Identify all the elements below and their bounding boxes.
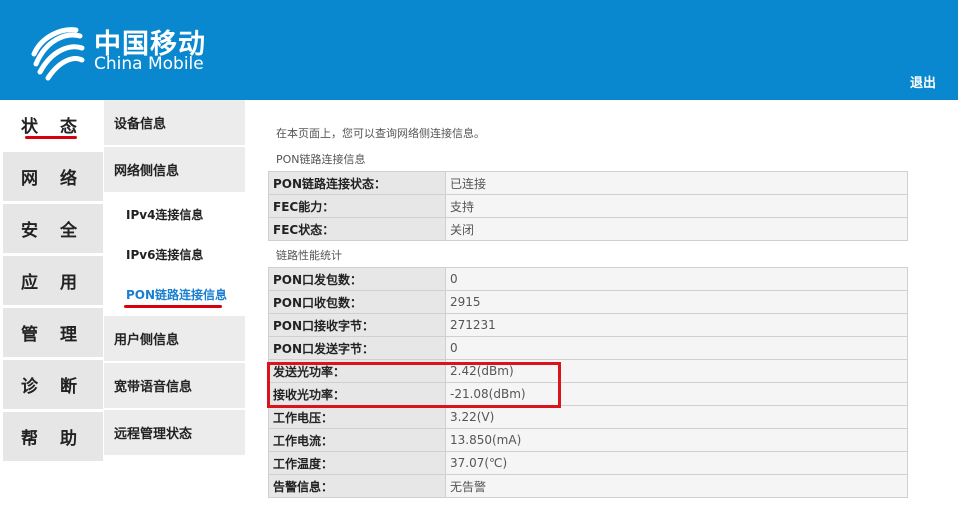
row-value: 无告警 [445,474,908,498]
table-row: FEC能力： 支持 [268,194,908,218]
row-key: 告警信息： [268,474,446,498]
table-row: PON口发包数： 0 [268,267,908,291]
active-indicator [25,136,77,139]
row-value: -21.08(dBm) [445,382,908,406]
mainnav-item-network[interactable]: 网 络 [3,152,103,201]
mainnav-item-diagnosis[interactable]: 诊 断 [3,360,103,409]
section-title-pon: PON链路连接信息 [276,153,366,166]
row-key: PON口收包数： [268,290,446,314]
row-key: PON链路连接状态： [268,171,446,195]
row-value: 关闭 [445,217,908,241]
mainnav-item-application[interactable]: 应 用 [3,256,103,305]
mainnav-item-label: 诊 断 [21,377,85,397]
pon-status-table: PON链路连接状态： 已连接 FEC能力： 支持 FEC状态： 关闭 [268,171,908,241]
subnav-child-ipv6[interactable]: IPv6连接信息 [104,234,245,274]
row-value: 0 [445,267,908,291]
mainnav-item-management[interactable]: 管 理 [3,308,103,357]
active-indicator [124,305,222,308]
table-row: PON口发送字节： 0 [268,336,908,360]
mainnav-item-label: 状 态 [21,117,85,137]
table-row: 发送光功率： 2.42(dBm) [268,359,908,383]
table-row: 接收光功率： -21.08(dBm) [268,382,908,406]
row-value: 13.850(mA) [445,428,908,452]
subnav-item-network-info[interactable]: 网络侧信息 [104,147,245,192]
row-value: 2.42(dBm) [445,359,908,383]
table-row: PON口收包数： 2915 [268,290,908,314]
row-value: 2915 [445,290,908,314]
row-key: PON口接收字节： [268,313,446,337]
row-key: 工作温度： [268,451,446,475]
row-key: 接收光功率： [268,382,446,406]
section-title-stats: 链路性能统计 [276,249,342,262]
subnav-item-user-info[interactable]: 用户侧信息 [104,316,245,361]
subnav-children: IPv4连接信息 IPv6连接信息 PON链路连接信息 [104,194,245,314]
row-value: 支持 [445,194,908,218]
row-key: PON口发包数： [268,267,446,291]
table-row: 工作电流： 13.850(mA) [268,428,908,452]
sub-nav: 设备信息 网络侧信息 IPv4连接信息 IPv6连接信息 PON链路连接信息 用… [104,100,245,457]
row-key: 工作电流： [268,428,446,452]
table-row: 告警信息： 无告警 [268,474,908,498]
row-value: 271231 [445,313,908,337]
logout-link[interactable]: 退出 [910,72,936,91]
mainnav-item-help[interactable]: 帮 助 [3,412,103,461]
row-key: 工作电压： [268,405,446,429]
table-row: 工作温度： 37.07(℃) [268,451,908,475]
subnav-item-device-info[interactable]: 设备信息 [104,100,245,145]
mainnav-item-status[interactable]: 状 态 [3,100,103,149]
row-value: 0 [445,336,908,360]
link-stats-table: PON口发包数： 0 PON口收包数： 2915 PON口接收字节： 271231 P… [268,267,908,498]
row-key: FEC能力： [268,194,446,218]
subnav-item-broadband-voice[interactable]: 宽带语音信息 [104,363,245,408]
subnav-child-pon[interactable]: PON链路连接信息 [104,274,245,314]
table-row: PON口接收字节： 271231 [268,313,908,337]
china-mobile-logo-icon [31,27,85,81]
subnav-item-remote-mgmt[interactable]: 远程管理状态 [104,410,245,455]
row-value: 3.22(V) [445,405,908,429]
row-value: 37.07(℃) [445,451,908,475]
subnav-child-label: PON链路连接信息 [126,287,228,302]
subnav-child-ipv4[interactable]: IPv4连接信息 [104,194,245,234]
row-key: 发送光功率： [268,359,446,383]
table-row: 工作电压： 3.22(V) [268,405,908,429]
mainnav-item-security[interactable]: 安 全 [3,204,103,253]
intro-text: 在本页面上，您可以查询网络侧连接信息。 [276,127,485,140]
brand-name-en: China Mobile [94,54,204,74]
header-bar: 中国移动 China Mobile 退出 [0,0,958,100]
mainnav-item-label: 帮 助 [21,429,85,449]
main-nav: 状 态 网 络 安 全 应 用 管 理 诊 断 帮 助 [3,100,103,464]
row-key: PON口发送字节： [268,336,446,360]
mainnav-item-label: 应 用 [21,273,85,293]
table-row: PON链路连接状态： 已连接 [268,171,908,195]
row-value: 已连接 [445,171,908,195]
mainnav-item-label: 管 理 [21,325,85,345]
mainnav-item-label: 网 络 [21,169,85,189]
row-key: FEC状态： [268,217,446,241]
mainnav-item-label: 安 全 [21,221,85,241]
table-row: FEC状态： 关闭 [268,217,908,241]
